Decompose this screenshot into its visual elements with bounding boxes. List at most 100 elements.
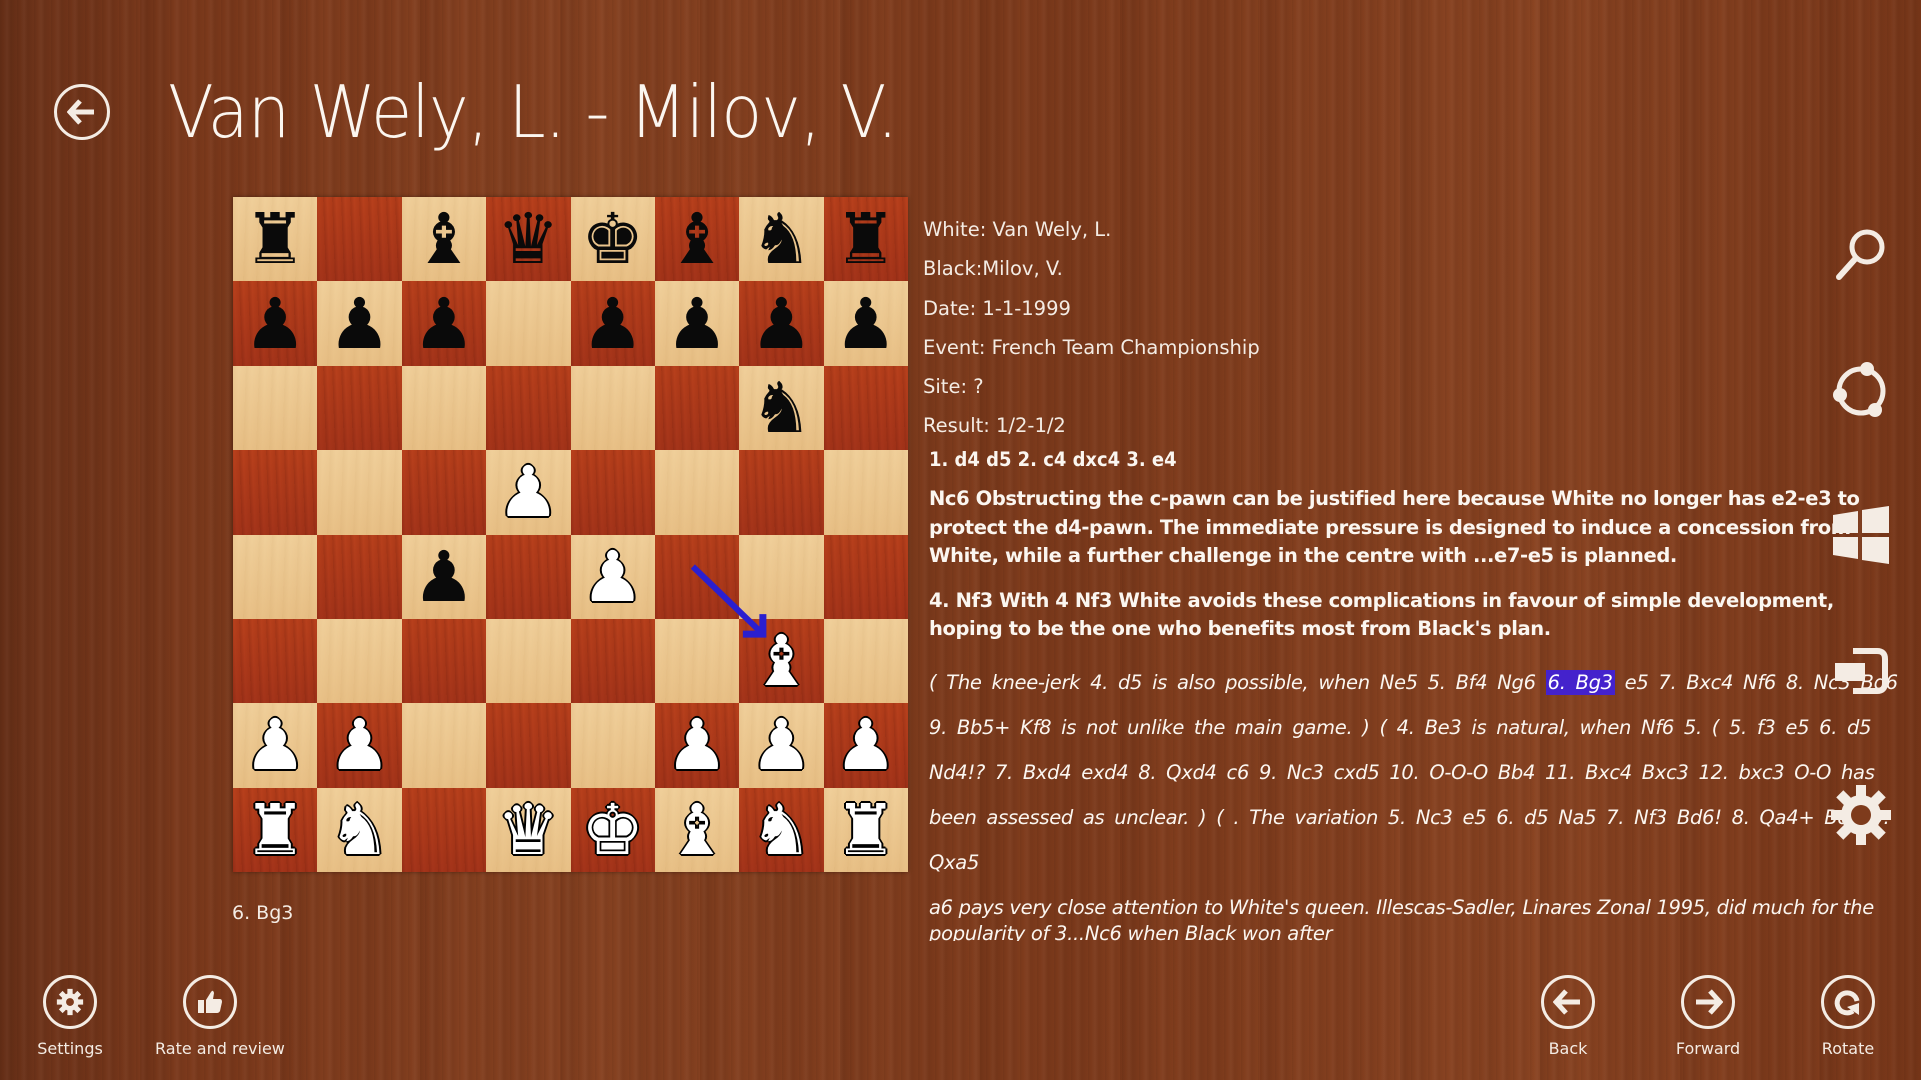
black-pawn-piece[interactable]: ♟ — [413, 542, 476, 612]
square-f8[interactable]: ♝ — [654, 197, 740, 282]
square-g1[interactable]: ♞ — [739, 787, 824, 872]
white-rook-piece[interactable]: ♜ — [834, 795, 897, 865]
charm-search[interactable] — [1826, 220, 1896, 290]
square-c5[interactable] — [401, 450, 487, 535]
variation-segment[interactable]: ( The knee-jerk 4. d5 is also possible, … — [929, 671, 1546, 694]
square-g8[interactable]: ♞ — [739, 197, 824, 282]
white-pawn-piece[interactable]: ♟ — [834, 710, 897, 780]
charm-devices[interactable] — [1826, 638, 1896, 708]
square-h4[interactable] — [823, 534, 908, 619]
black-pawn-piece[interactable]: ♟ — [581, 289, 644, 359]
square-a6[interactable] — [233, 365, 318, 451]
square-h7[interactable]: ♟ — [823, 281, 908, 366]
square-f6[interactable] — [654, 365, 740, 451]
square-h6[interactable] — [823, 365, 908, 451]
white-bishop-piece[interactable]: ♝ — [666, 795, 729, 865]
appbar-forward-button[interactable]: Forward — [1653, 975, 1763, 1058]
square-f3[interactable] — [654, 618, 740, 704]
black-queen-piece[interactable]: ♛ — [497, 204, 560, 274]
square-f5[interactable] — [654, 450, 740, 535]
square-d5[interactable]: ♟ — [486, 450, 571, 535]
charm-start[interactable] — [1826, 500, 1896, 570]
charm-settings[interactable] — [1826, 780, 1896, 850]
appbar-rate-review-button[interactable]: Rate and review — [155, 975, 285, 1058]
white-knight-piece[interactable]: ♞ — [328, 795, 391, 865]
square-e5[interactable] — [570, 450, 655, 535]
square-d1[interactable]: ♛ — [486, 787, 571, 872]
square-a8[interactable]: ♜ — [233, 197, 318, 282]
square-a2[interactable]: ♟ — [233, 703, 318, 788]
black-knight-piece[interactable]: ♞ — [750, 373, 813, 443]
square-c7[interactable]: ♟ — [401, 281, 487, 366]
white-pawn-piece[interactable]: ♟ — [666, 710, 729, 780]
mainline-moves[interactable]: 1. d4 d5 2. c4 dxc4 3. e4 — [929, 448, 1832, 471]
black-pawn-piece[interactable]: ♟ — [328, 289, 391, 359]
white-king-piece[interactable]: ♚ — [581, 795, 644, 865]
white-pawn-piece[interactable]: ♟ — [244, 710, 307, 780]
square-a1[interactable]: ♜ — [233, 787, 318, 872]
square-c6[interactable] — [401, 365, 487, 451]
move-notation[interactable]: 1. d4 d5 2. c4 dxc4 3. e4 Nc6 Obstructin… — [929, 448, 1911, 941]
square-b8[interactable] — [317, 197, 402, 282]
variation-segment[interactable]: e5 7. Bxc4 Nf6 8. Nc3 Bd6 9. Bb5+ Kf8 is… — [929, 671, 1898, 874]
square-g6[interactable]: ♞ — [739, 365, 824, 451]
square-c3[interactable] — [401, 618, 487, 704]
black-knight-piece[interactable]: ♞ — [750, 204, 813, 274]
square-h2[interactable]: ♟ — [823, 703, 908, 788]
square-e8[interactable]: ♚ — [570, 197, 655, 282]
white-knight-piece[interactable]: ♞ — [750, 795, 813, 865]
square-d3[interactable] — [486, 618, 571, 704]
variation-text[interactable]: ( The knee-jerk 4. d5 is also possible, … — [929, 660, 1911, 885]
square-f2[interactable]: ♟ — [654, 703, 740, 788]
square-h3[interactable] — [823, 618, 908, 704]
square-c8[interactable]: ♝ — [401, 197, 487, 282]
appbar-settings-button[interactable]: Settings — [15, 975, 125, 1058]
white-queen-piece[interactable]: ♛ — [497, 795, 560, 865]
white-rook-piece[interactable]: ♜ — [244, 795, 307, 865]
black-king-piece[interactable]: ♚ — [581, 204, 644, 274]
square-e1[interactable]: ♚ — [570, 787, 655, 872]
square-a7[interactable]: ♟ — [233, 281, 318, 366]
black-rook-piece[interactable]: ♜ — [244, 204, 307, 274]
square-e6[interactable] — [570, 365, 655, 451]
square-b6[interactable] — [317, 365, 402, 451]
black-bishop-piece[interactable]: ♝ — [666, 204, 729, 274]
square-b4[interactable] — [317, 534, 402, 619]
white-pawn-piece[interactable]: ♟ — [328, 710, 391, 780]
appbar-back-button[interactable]: Back — [1513, 975, 1623, 1058]
white-pawn-piece[interactable]: ♟ — [497, 457, 560, 527]
current-move-highlight[interactable]: 6. Bg3 — [1545, 669, 1615, 695]
square-h1[interactable]: ♜ — [823, 787, 908, 872]
square-g2[interactable]: ♟ — [739, 703, 824, 788]
white-bishop-piece[interactable]: ♝ — [750, 626, 813, 696]
square-f1[interactable]: ♝ — [654, 787, 740, 872]
square-b7[interactable]: ♟ — [317, 281, 402, 366]
square-c4[interactable]: ♟ — [401, 534, 487, 619]
black-pawn-piece[interactable]: ♟ — [413, 289, 476, 359]
square-b1[interactable]: ♞ — [317, 787, 402, 872]
square-e3[interactable] — [570, 618, 655, 704]
black-pawn-piece[interactable]: ♟ — [666, 289, 729, 359]
square-g5[interactable] — [739, 450, 824, 535]
black-pawn-piece[interactable]: ♟ — [750, 289, 813, 359]
black-pawn-piece[interactable]: ♟ — [244, 289, 307, 359]
square-b2[interactable]: ♟ — [317, 703, 402, 788]
square-h5[interactable] — [823, 450, 908, 535]
square-e4[interactable]: ♟ — [570, 534, 655, 619]
chess-board[interactable]: ♜ ♝ ♛ ♚ ♝ ♞ ♜ ♟ ♟ ♟ ♟ ♟ ♟ ♟ ♞ ♟ ♟ ♟ ♝ ♟ ♟ ♟ ♟ ♟ ♜ ♞ ♛ ♚ ♝ ♞ ♜ — [233, 197, 908, 872]
square-a4[interactable] — [233, 534, 318, 619]
square-b3[interactable] — [317, 618, 402, 704]
square-d7[interactable] — [486, 281, 571, 366]
square-b5[interactable] — [317, 450, 402, 535]
black-bishop-piece[interactable]: ♝ — [413, 204, 476, 274]
square-g7[interactable]: ♟ — [739, 281, 824, 366]
square-c1[interactable] — [401, 787, 487, 872]
square-f7[interactable]: ♟ — [654, 281, 740, 366]
square-e2[interactable] — [570, 703, 655, 788]
square-h8[interactable]: ♜ — [823, 197, 908, 282]
charm-share[interactable] — [1826, 356, 1896, 426]
square-f4[interactable] — [654, 534, 740, 619]
square-d2[interactable] — [486, 703, 571, 788]
white-pawn-piece[interactable]: ♟ — [581, 542, 644, 612]
square-g4[interactable] — [739, 534, 824, 619]
